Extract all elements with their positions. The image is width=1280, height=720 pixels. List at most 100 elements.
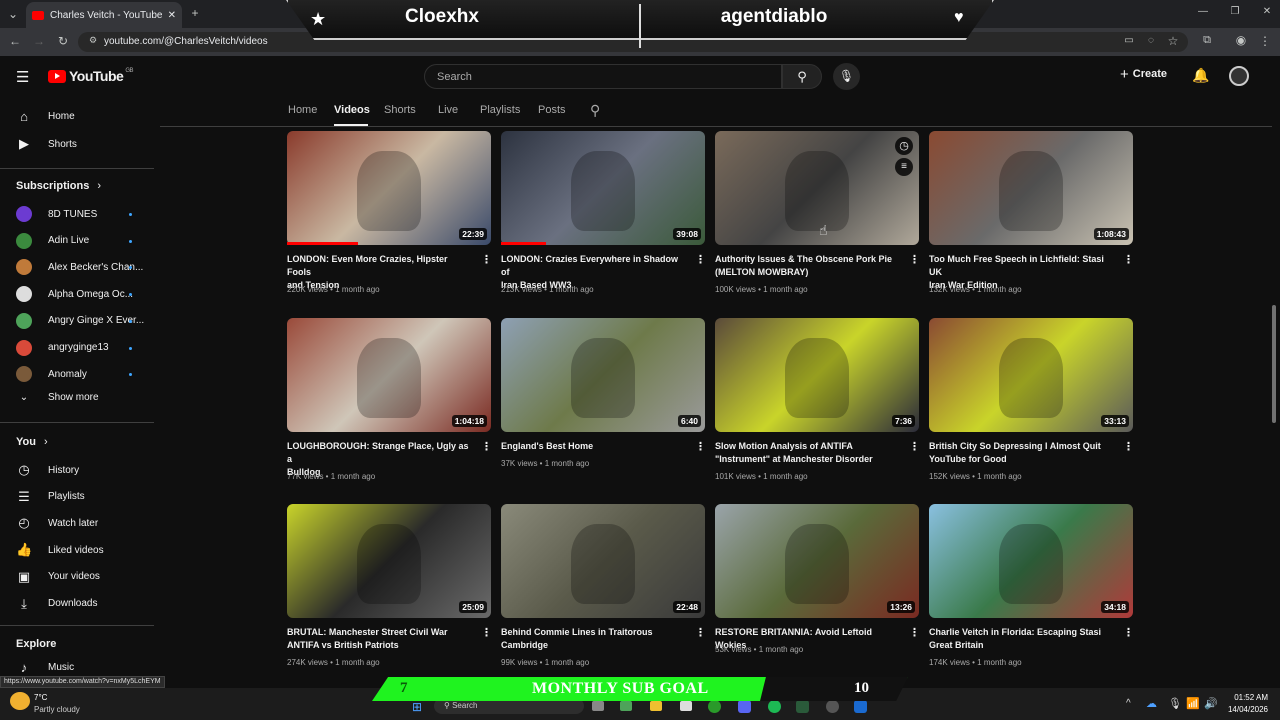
profile-icon[interactable]: ◉ — [1232, 33, 1250, 47]
sidebar-item-home[interactable]: ⌂ Home — [16, 109, 75, 124]
page-scrollbar[interactable] — [1272, 305, 1276, 423]
you-heading[interactable]: You › — [16, 436, 48, 448]
video-title[interactable]: British City So Depressing I Almost Quit… — [929, 440, 1114, 466]
video-title[interactable]: England's Best Home — [501, 440, 686, 453]
sidebar-item-your-videos[interactable]: ▣ Your videos — [16, 569, 100, 585]
sidebar-item-watch-later[interactable]: ◴ Watch later — [16, 515, 98, 531]
account-avatar[interactable] — [1229, 66, 1249, 86]
sidebar-subscription-item[interactable]: Angry Ginge X Ever... — [16, 312, 144, 329]
sidebar-subscription-item[interactable]: Adin Live — [16, 232, 89, 249]
video-thumbnail[interactable] — [715, 318, 919, 432]
tab-shorts[interactable]: Shorts — [384, 104, 416, 116]
video-title[interactable]: Behind Commie Lines in Traitorous Cambrid… — [501, 626, 686, 652]
more-actions-icon[interactable]: ⋮ — [695, 440, 706, 453]
tray-chevron-icon[interactable]: ^ — [1126, 698, 1131, 709]
hamburger-menu-icon[interactable]: ☰ — [16, 68, 29, 86]
more-actions-icon[interactable]: ⋮ — [481, 253, 492, 266]
forward-icon[interactable]: → — [30, 34, 48, 48]
more-actions-icon[interactable]: ⋮ — [909, 440, 920, 453]
spotify-icon[interactable] — [768, 700, 781, 713]
task-view-icon[interactable] — [592, 701, 604, 711]
sidebar-subscription-item[interactable]: Anomaly — [16, 366, 87, 383]
search-input[interactable]: Search — [424, 64, 782, 89]
create-button[interactable]: + Create — [1120, 66, 1167, 83]
browser-menu-icon[interactable]: ⋮ — [1256, 34, 1274, 48]
sidebar-subscription-item[interactable]: Alex Becker's Chan... — [16, 259, 143, 276]
video-title[interactable]: Charlie Veitch in Florida: Escaping Stas… — [929, 626, 1114, 652]
cast-icon[interactable]: ▭ — [1120, 35, 1138, 46]
tab-live[interactable]: Live — [438, 104, 458, 116]
more-actions-icon[interactable]: ⋮ — [909, 626, 920, 639]
tab-search-icon[interactable]: ⌄ — [4, 7, 22, 21]
sidebar-subscription-item[interactable]: angryginge13 — [16, 339, 109, 356]
eye-off-icon[interactable]: ◌ — [1142, 35, 1160, 46]
network-icon[interactable]: 📶 — [1186, 697, 1200, 710]
taskbar-app-icon[interactable] — [796, 700, 809, 713]
discord-icon[interactable] — [738, 700, 751, 713]
sidebar-item-downloads[interactable]: ⤓ Downloads — [16, 596, 97, 612]
taskbar-app-icon[interactable] — [620, 701, 632, 711]
weather-icon[interactable] — [10, 692, 30, 710]
more-actions-icon[interactable]: ⋮ — [909, 253, 920, 266]
tab-playlists[interactable]: Playlists — [480, 104, 520, 116]
obs-icon[interactable] — [826, 700, 839, 713]
subscriptions-heading[interactable]: Subscriptions › — [16, 180, 101, 192]
voice-search-button[interactable]: 🎙 — [833, 63, 860, 90]
sidebar-item-history[interactable]: ◷ History — [16, 462, 79, 478]
taskbar-app-icon[interactable] — [680, 701, 692, 711]
site-info-icon[interactable]: ⚙ — [84, 35, 102, 46]
tab-videos[interactable]: Videos — [334, 104, 370, 116]
subscriptions-label: Subscriptions — [16, 180, 90, 192]
more-actions-icon[interactable]: ⋮ — [481, 440, 492, 453]
sidebar-subscription-item[interactable]: Alpha Omega Oc... — [16, 286, 133, 303]
start-windows-icon[interactable]: ⊞ — [412, 700, 422, 714]
tab-posts[interactable]: Posts — [538, 104, 566, 116]
extensions-icon[interactable]: ⧉ — [1198, 34, 1216, 47]
more-actions-icon[interactable]: ⋮ — [481, 626, 492, 639]
search-button[interactable]: ⚲ — [782, 64, 822, 89]
youtube-logo[interactable]: YouTube GB — [48, 68, 133, 84]
clock-date[interactable]: 14/04/2026 — [1220, 705, 1268, 714]
video-title[interactable]: BRUTAL: Manchester Street Civil War ANTIF… — [287, 626, 472, 652]
clock-time[interactable]: 01:52 AM — [1228, 693, 1268, 702]
new-content-dot — [129, 319, 132, 323]
video-title[interactable]: Authority Issues & The Obscene Pork Pie (… — [715, 253, 900, 279]
sidebar-item-music[interactable]: ♪ Music — [16, 660, 74, 675]
new-tab-icon[interactable]: + — [186, 6, 204, 20]
more-actions-icon[interactable]: ⋮ — [695, 626, 706, 639]
chrome-icon[interactable] — [708, 700, 721, 713]
close-window-icon[interactable]: ✕ — [1258, 6, 1276, 17]
video-thumbnail[interactable] — [501, 318, 705, 432]
more-actions-icon[interactable]: ⋮ — [695, 253, 706, 266]
browser-tab[interactable]: Charles Veitch - YouTube ✕ — [26, 2, 182, 28]
cloud-icon[interactable]: ☁ — [1146, 697, 1157, 710]
back-icon[interactable]: ← — [6, 34, 24, 48]
tab-home[interactable]: Home — [288, 104, 317, 116]
sidebar-item-shorts[interactable]: ▶ Shorts — [16, 136, 77, 152]
video-title[interactable]: Slow Motion Analysis of ANTIFA "Instrumen… — [715, 440, 900, 466]
thumbnail-figure — [785, 338, 849, 418]
watch-later-clock-icon[interactable]: ◷ — [895, 137, 913, 155]
mic-tray-icon[interactable]: 🎙 — [1168, 697, 1182, 710]
notifications-bell-icon[interactable]: 🔔 — [1192, 67, 1209, 84]
close-tab-icon[interactable]: ✕ — [168, 10, 176, 21]
reload-icon[interactable]: ↻ — [54, 34, 72, 48]
more-actions-icon[interactable]: ⋮ — [1123, 253, 1134, 266]
restore-icon[interactable]: ❐ — [1226, 6, 1244, 17]
duration-badge: 1:08:43 — [1093, 228, 1129, 240]
bookmark-star-icon[interactable]: ☆ — [1164, 34, 1182, 48]
file-explorer-icon[interactable] — [650, 701, 662, 711]
video-thumbnail[interactable] — [715, 131, 919, 245]
show-more-button[interactable]: ⌄ Show more — [16, 392, 99, 403]
add-to-queue-icon[interactable]: ≡ — [895, 158, 913, 176]
sidebar-item-liked-videos[interactable]: 👍 Liked videos — [16, 542, 104, 558]
more-actions-icon[interactable]: ⋮ — [1123, 440, 1134, 453]
minimize-icon[interactable]: — — [1194, 6, 1212, 17]
volume-icon[interactable]: 🔊 — [1204, 697, 1218, 710]
duration-badge: 33:13 — [1101, 415, 1129, 427]
sidebar-item-playlists[interactable]: ☰ Playlists — [16, 489, 85, 505]
steam-icon[interactable] — [854, 700, 867, 713]
sidebar-subscription-item[interactable]: 8D TUNES — [16, 206, 97, 222]
more-actions-icon[interactable]: ⋮ — [1123, 626, 1134, 639]
channel-search-icon[interactable]: ⚲ — [590, 102, 600, 119]
